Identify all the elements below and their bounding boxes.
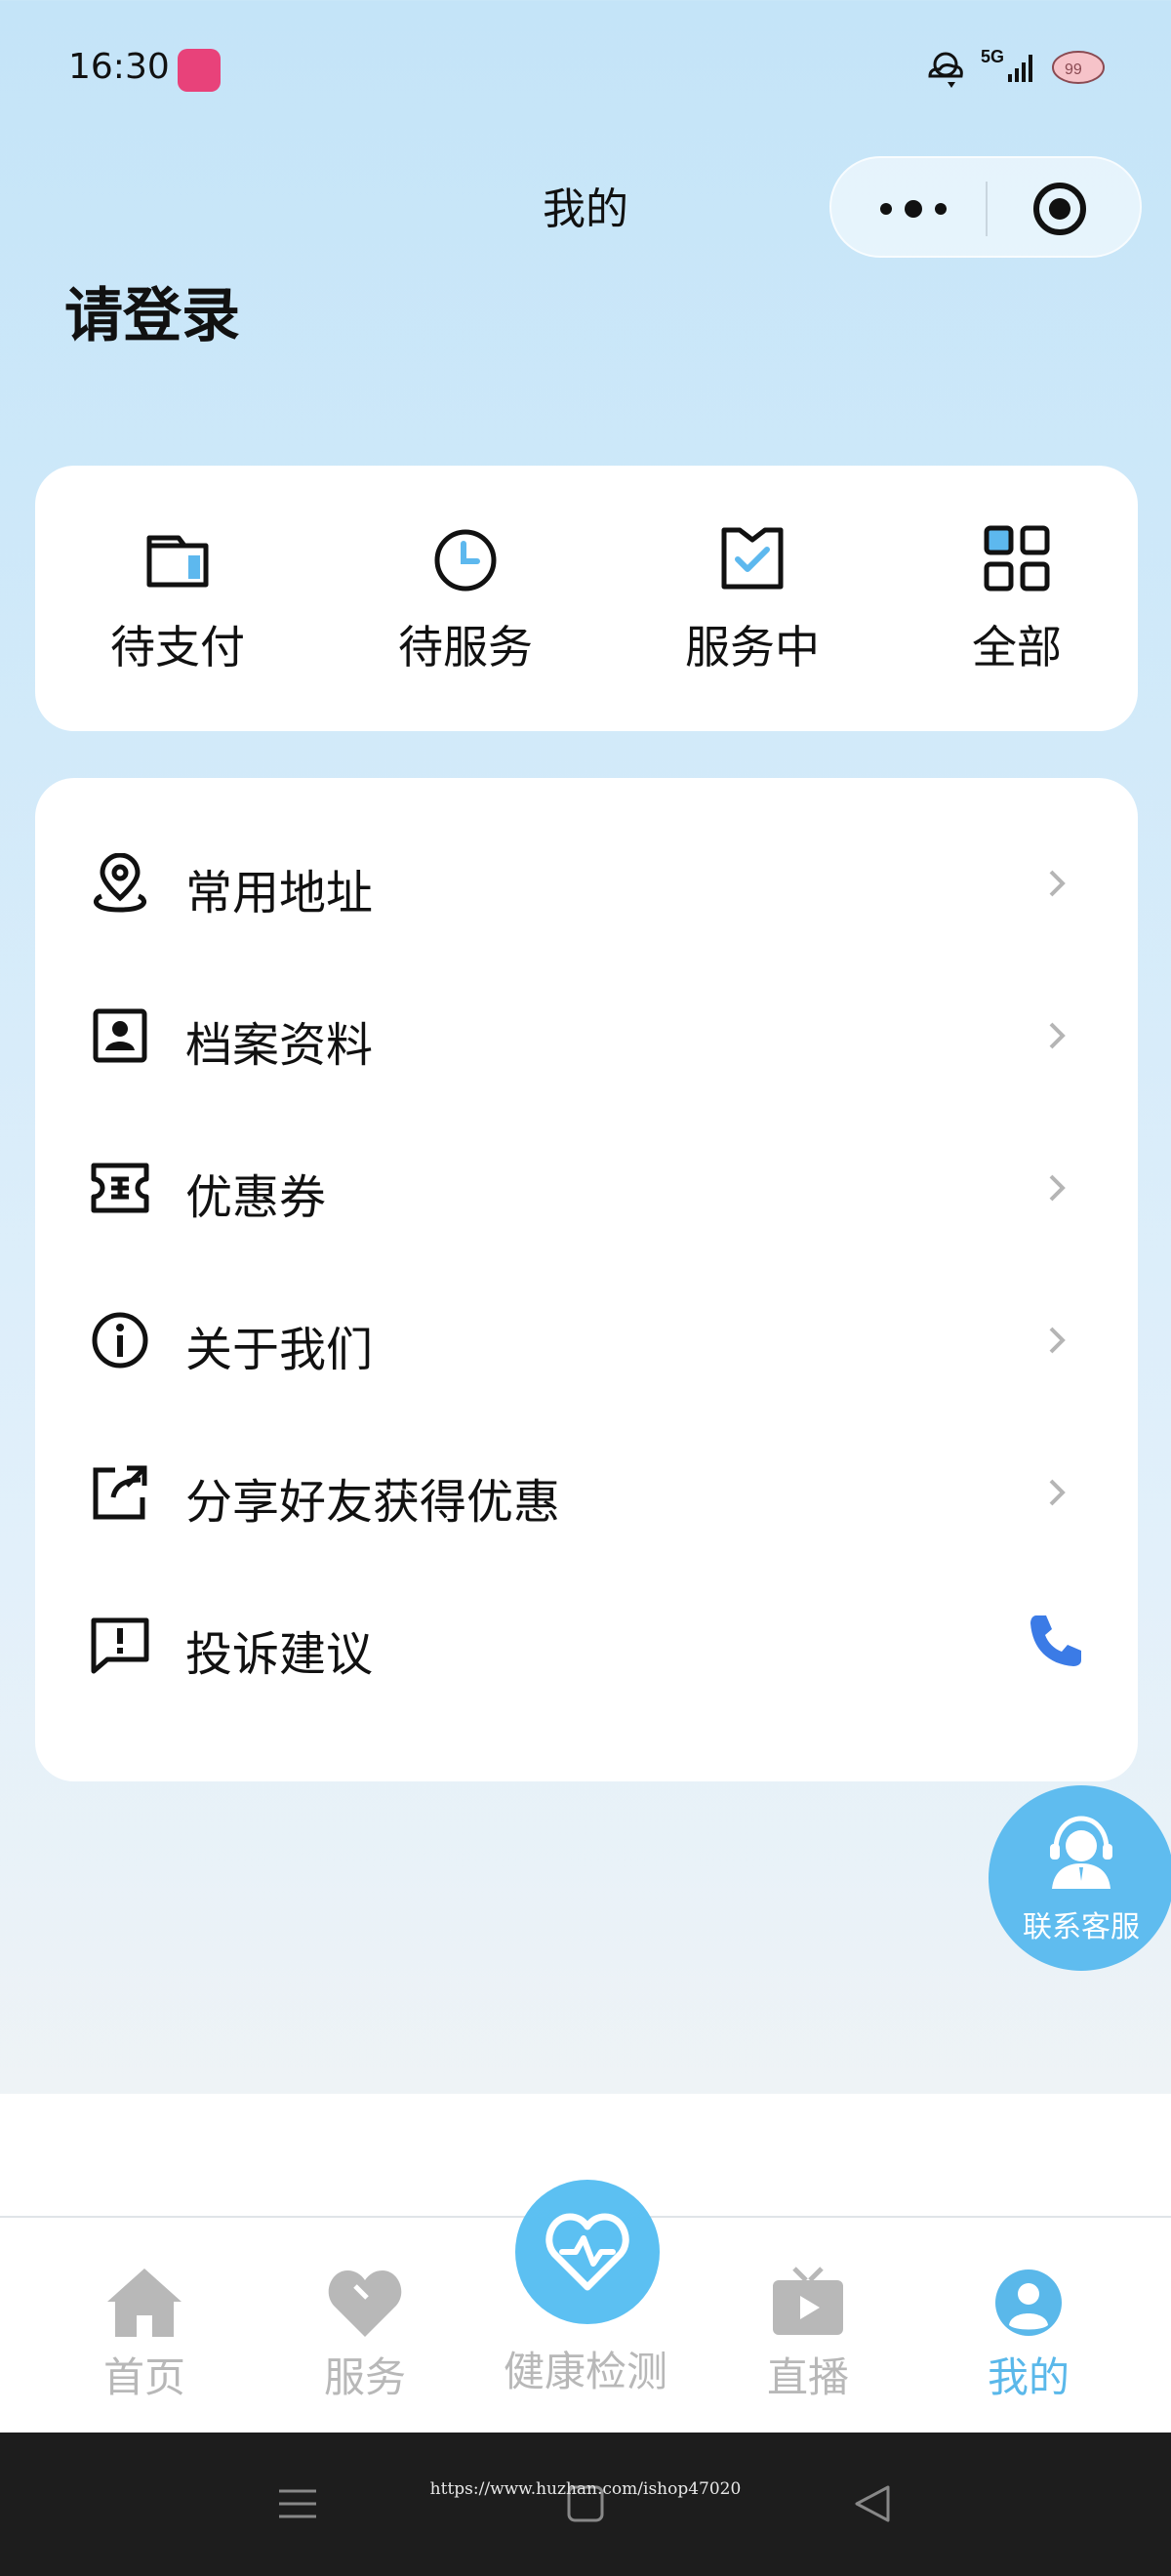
tab-mine[interactable]: 我的 bbox=[921, 2218, 1136, 2434]
menu-label: 投诉建议 bbox=[185, 1627, 374, 1682]
order-pending-service[interactable]: 待服务 bbox=[368, 466, 563, 731]
signal-icon bbox=[1008, 55, 1032, 82]
menu-item-about[interactable]: 关于我们 bbox=[35, 1264, 1138, 1416]
user-icon bbox=[995, 2269, 1062, 2336]
chevron-right-icon bbox=[1049, 870, 1066, 897]
menu-item-feedback[interactable]: 投诉建议 bbox=[35, 1569, 1138, 1721]
svg-text:99: 99 bbox=[1065, 61, 1082, 78]
tab-live[interactable]: 直播 bbox=[701, 2218, 915, 2434]
share-icon bbox=[93, 1465, 147, 1520]
menu-item-address[interactable]: 常用地址 bbox=[35, 807, 1138, 960]
login-prompt[interactable]: 请登录 bbox=[64, 268, 240, 353]
watermark: https://www.huzhan.com/ishop47020 bbox=[429, 2479, 742, 2499]
order-label: 服务中 bbox=[685, 621, 820, 674]
network-type: 5G bbox=[981, 47, 1004, 66]
home-icon bbox=[107, 2269, 182, 2337]
tab-label: 直播 bbox=[766, 2353, 849, 2401]
tab-home[interactable]: 首页 bbox=[37, 2218, 252, 2434]
heart-icon bbox=[328, 2270, 402, 2337]
capsule-divider bbox=[986, 182, 988, 236]
order-label: 全部 bbox=[972, 621, 1062, 674]
chevron-right-icon bbox=[1049, 1022, 1066, 1049]
tab-label: 服务 bbox=[323, 2353, 406, 2401]
feedback-icon bbox=[91, 1617, 149, 1674]
weather-icon bbox=[928, 52, 963, 88]
menu-label: 档案资料 bbox=[185, 1018, 374, 1073]
tab-service[interactable]: 服务 bbox=[258, 2218, 472, 2434]
menu-item-coupon[interactable]: 优惠券 bbox=[35, 1112, 1138, 1264]
tv-icon bbox=[773, 2267, 843, 2335]
close-icon[interactable] bbox=[1030, 180, 1089, 238]
order-label: 待支付 bbox=[110, 621, 245, 674]
status-bar: 16:30 5G 99 bbox=[0, 0, 1171, 137]
menu-label: 关于我们 bbox=[185, 1323, 374, 1377]
menu-label: 常用地址 bbox=[185, 866, 374, 920]
tab-label: 健康检测 bbox=[503, 2348, 667, 2395]
chevron-right-icon bbox=[1049, 1327, 1066, 1354]
contact-service-label: 联系客服 bbox=[1023, 1910, 1140, 1944]
tab-label: 首页 bbox=[102, 2353, 185, 2401]
battery-icon: 99 bbox=[1052, 51, 1105, 84]
grid-icon bbox=[984, 525, 1050, 592]
order-all[interactable]: 全部 bbox=[919, 466, 1114, 731]
info-icon bbox=[92, 1312, 148, 1369]
wallet-icon bbox=[146, 535, 209, 588]
orders-card: 待支付 待服务 服务中 全部 bbox=[35, 466, 1138, 731]
tab-health-check[interactable] bbox=[515, 2180, 660, 2324]
app-icon bbox=[178, 49, 221, 92]
clock-icon bbox=[434, 529, 497, 592]
heartbeat-icon bbox=[545, 2213, 629, 2291]
contact-service-button[interactable]: 联系客服 bbox=[989, 1785, 1171, 1971]
status-time: 16:30 bbox=[68, 47, 170, 87]
menu-label: 分享好友获得优惠 bbox=[185, 1475, 561, 1530]
order-in-service[interactable]: 服务中 bbox=[655, 466, 850, 731]
phone-icon[interactable] bbox=[1023, 1610, 1081, 1668]
mini-program-capsule bbox=[829, 156, 1142, 258]
location-icon bbox=[93, 853, 147, 913]
tab-label: 我的 bbox=[987, 2353, 1070, 2401]
order-pending-payment[interactable]: 待支付 bbox=[80, 466, 275, 731]
menu-card: 常用地址 档案资料 优惠券 关于我们 分享好友获得优惠 投诉建议 bbox=[35, 778, 1138, 1781]
customer-service-icon bbox=[1050, 1816, 1112, 1889]
more-icon[interactable] bbox=[874, 184, 952, 234]
menu-item-profile[interactable]: 档案资料 bbox=[35, 960, 1138, 1112]
order-label: 待服务 bbox=[398, 621, 533, 674]
chevron-right-icon bbox=[1049, 1174, 1066, 1202]
ticket-icon bbox=[91, 1163, 149, 1213]
profile-card-icon bbox=[93, 1008, 147, 1063]
status-icons: 5G 99 bbox=[928, 47, 1105, 88]
menu-item-share[interactable]: 分享好友获得优惠 bbox=[35, 1416, 1138, 1569]
chevron-right-icon bbox=[1049, 1479, 1066, 1506]
menu-label: 优惠券 bbox=[185, 1170, 327, 1225]
clipboard-check-icon bbox=[721, 527, 784, 590]
system-nav-bar bbox=[0, 2433, 1171, 2576]
